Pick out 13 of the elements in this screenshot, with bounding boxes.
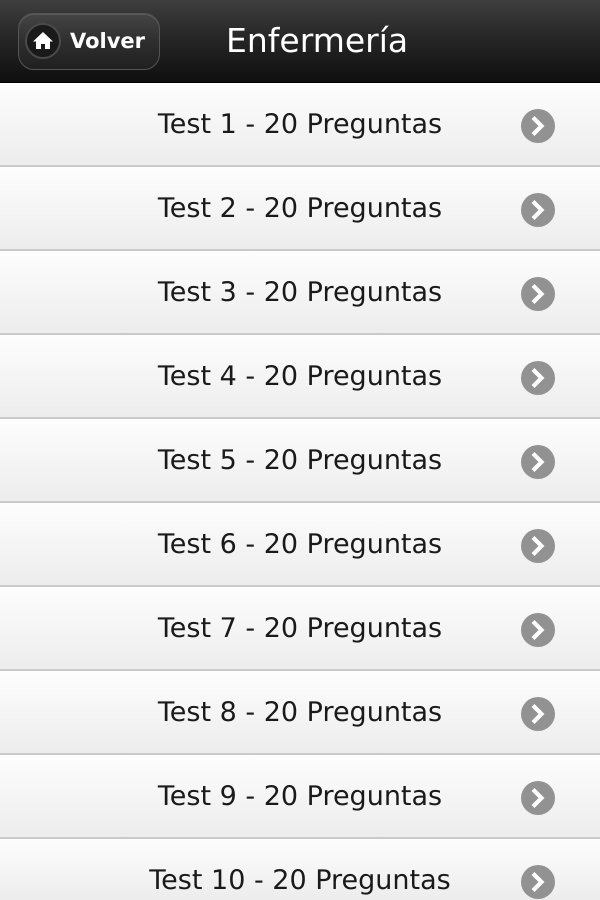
chevron-right-icon	[521, 361, 555, 395]
chevron-right-icon	[521, 109, 555, 143]
chevron-right-icon	[521, 529, 555, 563]
chevron-right-icon	[521, 697, 555, 731]
chevron-right-icon	[521, 277, 555, 311]
chevron-right-icon	[521, 781, 555, 815]
chevron-right-icon	[521, 445, 555, 479]
chevron-right-icon	[521, 613, 555, 647]
page-title: Enfermería	[226, 21, 408, 61]
chevron-right-icon	[521, 193, 555, 227]
home-icon	[25, 23, 61, 59]
chevron-right-icon	[521, 865, 555, 899]
back-button[interactable]: Volver	[18, 12, 160, 70]
